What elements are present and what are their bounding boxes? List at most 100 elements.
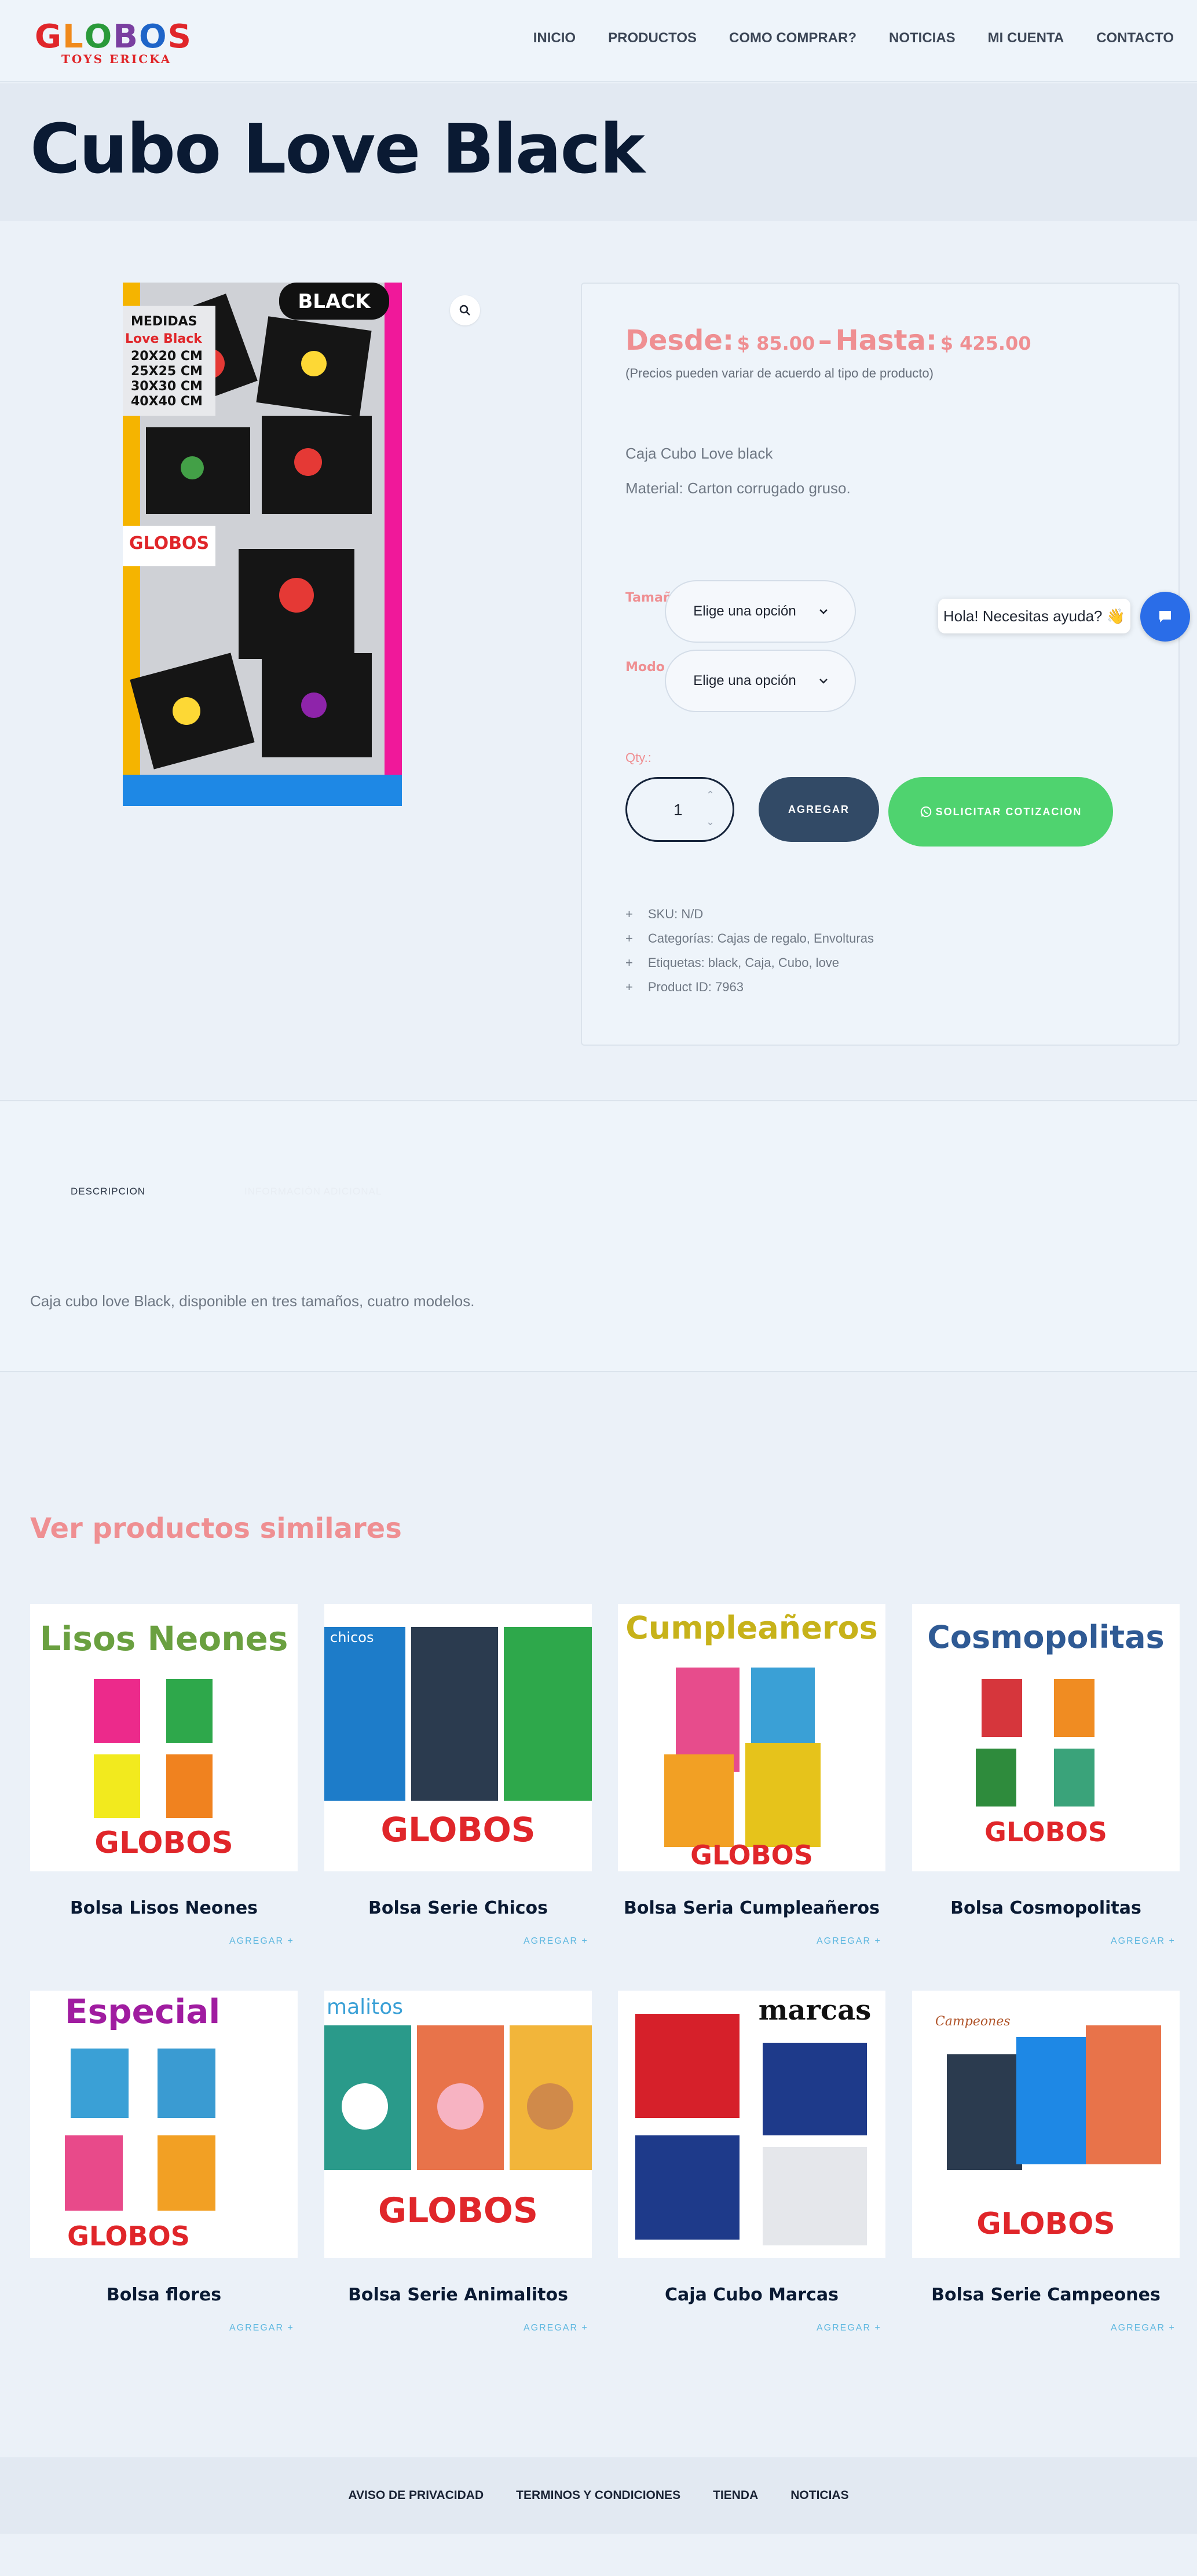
footer-link-privacy[interactable]: AVISO DE PRIVACIDAD — [348, 2489, 484, 2502]
site-logo[interactable]: GLOBOS TOYS ERICKA — [35, 21, 192, 69]
product-card-add[interactable]: AGREGAR + — [817, 2323, 881, 2333]
nav-contacto[interactable]: CONTACTO — [1096, 30, 1174, 46]
site-footer: AVISO DE PRIVACIDAD TERMINOS Y CONDICION… — [0, 2457, 1197, 2534]
quantity-value: 1 — [673, 801, 683, 819]
zoom-button[interactable] — [450, 295, 480, 325]
qty-label: Qty.: — [625, 750, 651, 765]
description-line-1: Caja Cubo Love black — [625, 445, 773, 462]
price-range: Desde: $ 85.00 – Hasta: $ 425.00 — [625, 324, 1031, 357]
footer-link-news[interactable]: NOTICIAS — [790, 2489, 848, 2502]
mode-label: Modo — [625, 660, 665, 675]
product-card-image[interactable]: Lisos Neones GLOBOS — [30, 1604, 298, 1871]
plus-icon: + — [625, 980, 633, 994]
chat-icon — [1159, 611, 1171, 622]
svg-text:Cumpleañeros: Cumpleañeros — [625, 1610, 878, 1646]
nav-como-comprar[interactable]: COMO COMPRAR? — [729, 30, 856, 46]
page-title: Cubo Love Black — [30, 109, 645, 189]
main-nav: INICIO PRODUCTOS COMO COMPRAR? NOTICIAS … — [533, 30, 1174, 46]
tab-description[interactable]: DESCRIPCION — [71, 1186, 145, 1197]
request-quote-button[interactable]: SOLICITAR COTIZACION — [888, 777, 1113, 847]
product-card-name[interactable]: Bolsa Lisos Neones — [30, 1898, 298, 1918]
svg-text:Cosmopolitas: Cosmopolitas — [927, 1619, 1164, 1655]
product-card-name[interactable]: Bolsa Cosmopolitas — [912, 1898, 1180, 1918]
price-from-label: Desde: — [625, 324, 734, 357]
price-from-value: $ 85.00 — [737, 332, 815, 354]
nav-inicio[interactable]: INICIO — [533, 30, 576, 46]
meta-tags[interactable]: + Etiquetas: black, Caja, Cubo, love — [625, 955, 874, 980]
product-image-art: BLACK MEDIDAS Love Black 20X20 CM 25X25 … — [123, 283, 402, 806]
image-caption-1: MEDIDAS — [131, 314, 197, 329]
svg-text:Lisos Neones: Lisos Neones — [40, 1619, 288, 1658]
product-card-name[interactable]: Bolsa Seria Cumpleañeros — [618, 1898, 885, 1918]
whatsapp-icon — [920, 806, 931, 818]
product-card-image[interactable]: chicos GLOBOS — [324, 1604, 592, 1871]
nav-noticias[interactable]: NOTICIAS — [889, 30, 956, 46]
product-card-add[interactable]: AGREGAR + — [524, 2323, 588, 2333]
tab-additional-info[interactable]: INFORMACIÓN ADICIONAL — [244, 1186, 382, 1197]
product-card-name[interactable]: Caja Cubo Marcas — [618, 2285, 885, 2305]
image-caption-3: 20X20 CM — [131, 349, 203, 364]
svg-text:GLOBOS: GLOBOS — [976, 2207, 1115, 2241]
product-card-add[interactable]: AGREGAR + — [524, 1936, 588, 1947]
add-to-cart-button[interactable]: AGREGAR — [759, 777, 879, 842]
price-to-label: Hasta: — [835, 324, 938, 357]
product-image[interactable]: BLACK MEDIDAS Love Black 20X20 CM 25X25 … — [123, 283, 402, 806]
quantity-stepper[interactable]: 1 ⌃ ⌄ — [625, 777, 734, 842]
meta-product-id: + Product ID: 7963 — [625, 980, 874, 1004]
image-badge: BLACK — [298, 290, 371, 313]
chat-bubble[interactable]: Hola! Necesitas ayuda? 👋 — [938, 599, 1130, 633]
mode-select[interactable]: Elige una opción — [665, 650, 856, 712]
image-caption-2: Love Black — [125, 332, 203, 346]
product-tabs — [0, 1100, 1197, 1372]
chat-button[interactable] — [1140, 592, 1190, 642]
product-card-add[interactable]: AGREGAR + — [1111, 2323, 1176, 2333]
nav-productos[interactable]: PRODUCTOS — [608, 30, 697, 46]
product-card-image[interactable]: malitos GLOBOS — [324, 1991, 592, 2258]
plus-icon: + — [625, 907, 633, 921]
site-header: GLOBOS TOYS ERICKA INICIO PRODUCTOS COMO… — [0, 0, 1197, 82]
nav-mi-cuenta[interactable]: MI CUENTA — [988, 30, 1064, 46]
product-card-add[interactable]: AGREGAR + — [229, 1936, 294, 1947]
product-card-name[interactable]: Bolsa Serie Animalitos — [324, 2285, 592, 2305]
chevron-down-icon[interactable]: ⌄ — [706, 816, 715, 828]
footer-link-terms[interactable]: TERMINOS Y CONDICIONES — [516, 2489, 680, 2502]
svg-text:Especial: Especial — [65, 1992, 220, 2031]
product-card-name[interactable]: Bolsa flores — [30, 2285, 298, 2305]
product-card-name[interactable]: Bolsa Serie Campeones — [912, 2285, 1180, 2305]
product-card-add[interactable]: AGREGAR + — [229, 2323, 294, 2333]
product-card-image[interactable]: Cumpleañeros GLOBOS — [618, 1604, 885, 1871]
image-caption-6: 40X40 CM — [131, 394, 203, 409]
svg-text:Campeones: Campeones — [935, 2014, 1011, 2029]
product-card-add[interactable]: AGREGAR + — [817, 1936, 881, 1947]
size-select-value: Elige una opción — [693, 603, 796, 619]
svg-text:GLOBOS: GLOBOS — [984, 1816, 1107, 1848]
product-card-name[interactable]: Bolsa Serie Chicos — [324, 1898, 592, 1918]
svg-text:malitos: malitos — [327, 1995, 403, 2019]
image-caption-5: 30X30 CM — [131, 379, 203, 394]
logo-wordmark: GLOBOS — [35, 18, 192, 56]
size-select[interactable]: Elige una opción — [665, 580, 856, 643]
image-caption-4: 25X25 CM — [131, 364, 203, 379]
svg-text:GLOBOS: GLOBOS — [380, 1810, 535, 1849]
price-dash: – — [818, 324, 832, 357]
svg-text:GLOBOS: GLOBOS — [378, 2190, 538, 2231]
meta-categories[interactable]: + Categorías: Cajas de regalo, Envolturas — [625, 931, 874, 955]
mode-select-value: Elige una opción — [693, 673, 796, 688]
product-card-image[interactable]: Campeones GLOBOS — [912, 1991, 1180, 2258]
product-card-add[interactable]: AGREGAR + — [1111, 1936, 1176, 1947]
product-card-image[interactable]: Especial GLOBOS — [30, 1991, 298, 2258]
chevron-up-icon[interactable]: ⌃ — [706, 789, 715, 801]
image-logo: GLOBOS — [129, 533, 209, 554]
svg-text:marcas: marcas — [759, 1994, 872, 2027]
price-note: (Precios pueden variar de acuerdo al tip… — [625, 366, 934, 380]
svg-text:GLOBOS: GLOBOS — [690, 1840, 813, 1871]
product-card-image[interactable]: marcas — [618, 1991, 885, 2258]
footer-link-store[interactable]: TIENDA — [713, 2489, 758, 2502]
plus-icon: + — [625, 931, 633, 946]
product-card-image[interactable]: Cosmopolitas GLOBOS — [912, 1604, 1180, 1871]
chevron-down-icon — [819, 679, 828, 684]
similar-products-title: Ver productos similares — [30, 1512, 402, 1545]
description-line-2: Material: Carton corrugado gruso. — [625, 479, 851, 497]
request-quote-label: SOLICITAR COTIZACION — [935, 805, 1082, 818]
meta-sku: + SKU: N/D — [625, 907, 874, 931]
